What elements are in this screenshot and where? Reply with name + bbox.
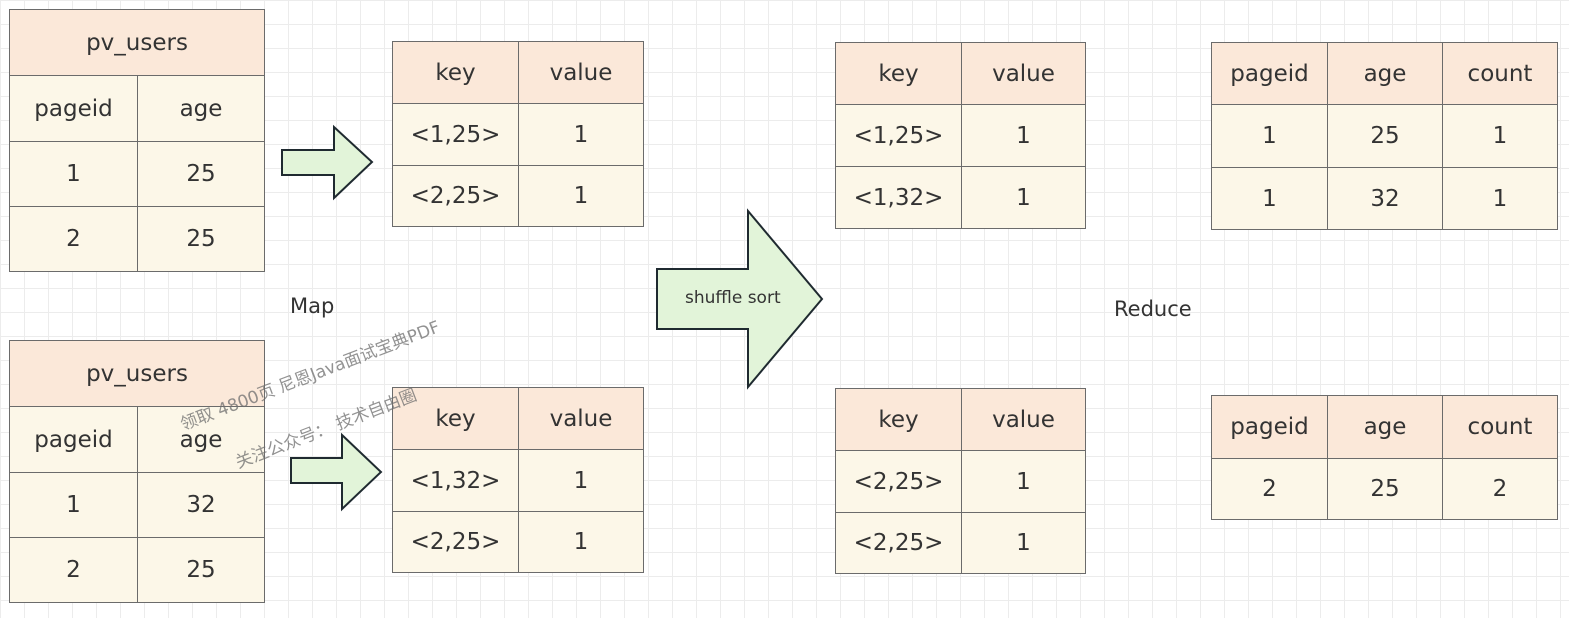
column-header: count <box>1442 395 1558 459</box>
table-row: 1 25 <box>9 141 265 207</box>
table-row: 2 25 2 <box>1211 458 1558 520</box>
table-cell: 25 <box>137 141 265 207</box>
reduce-label: Reduce <box>1114 297 1192 321</box>
column-header: age <box>1327 42 1443 105</box>
map-label: Map <box>290 294 335 318</box>
table-cell: 1 <box>1211 104 1328 168</box>
table-cell: 1 <box>961 450 1086 513</box>
table-row: <1,25> 1 <box>835 104 1086 167</box>
column-header: age <box>1327 395 1443 459</box>
table-cell: <2,25> <box>835 512 962 574</box>
table-row: 1 25 1 <box>1211 104 1558 168</box>
table-title: pv_users <box>9 9 265 76</box>
table-reduce-out-1: pageid age count 1 25 1 1 32 1 <box>1211 42 1558 230</box>
table-header-row: pageid age count <box>1211 395 1558 459</box>
table-cell: 1 <box>518 511 644 573</box>
column-header: count <box>1442 42 1558 105</box>
table-cell: 1 <box>1211 167 1328 230</box>
table-input-1: pv_users pageid age 1 25 2 25 <box>9 9 265 272</box>
table-cell: 1 <box>9 472 138 538</box>
table-cell: <1,32> <box>835 166 962 229</box>
table-header-row: key value <box>835 42 1086 105</box>
column-header: key <box>835 42 962 105</box>
table-cell: 32 <box>1327 167 1443 230</box>
table-row: <2,25> 1 <box>835 450 1086 513</box>
column-header: value <box>518 41 644 104</box>
column-header: pageid <box>1211 42 1328 105</box>
table-reduce-out-2: pageid age count 2 25 2 <box>1211 395 1558 520</box>
column-header: value <box>518 387 644 450</box>
table-map-out-2: key value <1,32> 1 <2,25> 1 <box>392 387 644 573</box>
table-row: <1,32> 1 <box>835 166 1086 229</box>
column-header: key <box>392 41 519 104</box>
table-cell: 1 <box>518 449 644 512</box>
table-shuffle-out-1: key value <1,25> 1 <1,32> 1 <box>835 42 1086 229</box>
table-row: <1,32> 1 <box>392 449 644 512</box>
column-header: pageid <box>9 75 138 142</box>
table-cell: <1,25> <box>392 103 519 166</box>
table-cell: <2,25> <box>392 511 519 573</box>
table-cell: 25 <box>1327 458 1443 520</box>
table-cell: 1 <box>961 512 1086 574</box>
table-cell: <2,25> <box>392 165 519 227</box>
table-header-row: pageid age <box>9 75 265 142</box>
table-row: 1 32 <box>9 472 265 538</box>
table-title-row: pv_users <box>9 9 265 76</box>
table-cell: 2 <box>9 537 138 603</box>
table-row: 2 25 <box>9 537 265 603</box>
table-header-row: key value <box>392 387 644 450</box>
table-row: <2,25> 1 <box>835 512 1086 574</box>
table-row: <1,25> 1 <box>392 103 644 166</box>
map-arrow-1 <box>281 124 374 201</box>
table-cell: 2 <box>9 206 138 272</box>
table-cell: <1,32> <box>392 449 519 512</box>
table-cell: 1 <box>961 166 1086 229</box>
table-header-row: key value <box>835 388 1086 451</box>
table-row: 2 25 <box>9 206 265 272</box>
table-cell: 1 <box>961 104 1086 167</box>
table-row: <2,25> 1 <box>392 511 644 573</box>
table-map-out-1: key value <1,25> 1 <2,25> 1 <box>392 41 644 227</box>
table-cell: 2 <box>1211 458 1328 520</box>
table-cell: 32 <box>137 472 265 538</box>
table-cell: <2,25> <box>835 450 962 513</box>
table-cell: <1,25> <box>835 104 962 167</box>
column-header: key <box>835 388 962 451</box>
column-header: pageid <box>9 406 138 473</box>
column-header: value <box>961 388 1086 451</box>
table-header-row: key value <box>392 41 644 104</box>
table-cell: 25 <box>137 206 265 272</box>
table-cell: 1 <box>1442 104 1558 168</box>
table-input-2: pv_users pageid age 1 32 2 25 <box>9 340 265 603</box>
table-row: 1 32 1 <box>1211 167 1558 230</box>
column-header: value <box>961 42 1086 105</box>
table-shuffle-out-2: key value <2,25> 1 <2,25> 1 <box>835 388 1086 574</box>
table-cell: 25 <box>1327 104 1443 168</box>
table-cell: 1 <box>1442 167 1558 230</box>
column-header: age <box>137 75 265 142</box>
table-cell: 1 <box>9 141 138 207</box>
table-cell: 25 <box>137 537 265 603</box>
table-cell: 1 <box>518 165 644 227</box>
shuffle-sort-label: shuffle sort <box>685 288 781 308</box>
column-header: pageid <box>1211 395 1328 459</box>
table-cell: 1 <box>518 103 644 166</box>
table-header-row: pageid age count <box>1211 42 1558 105</box>
table-row: <2,25> 1 <box>392 165 644 227</box>
table-cell: 2 <box>1442 458 1558 520</box>
